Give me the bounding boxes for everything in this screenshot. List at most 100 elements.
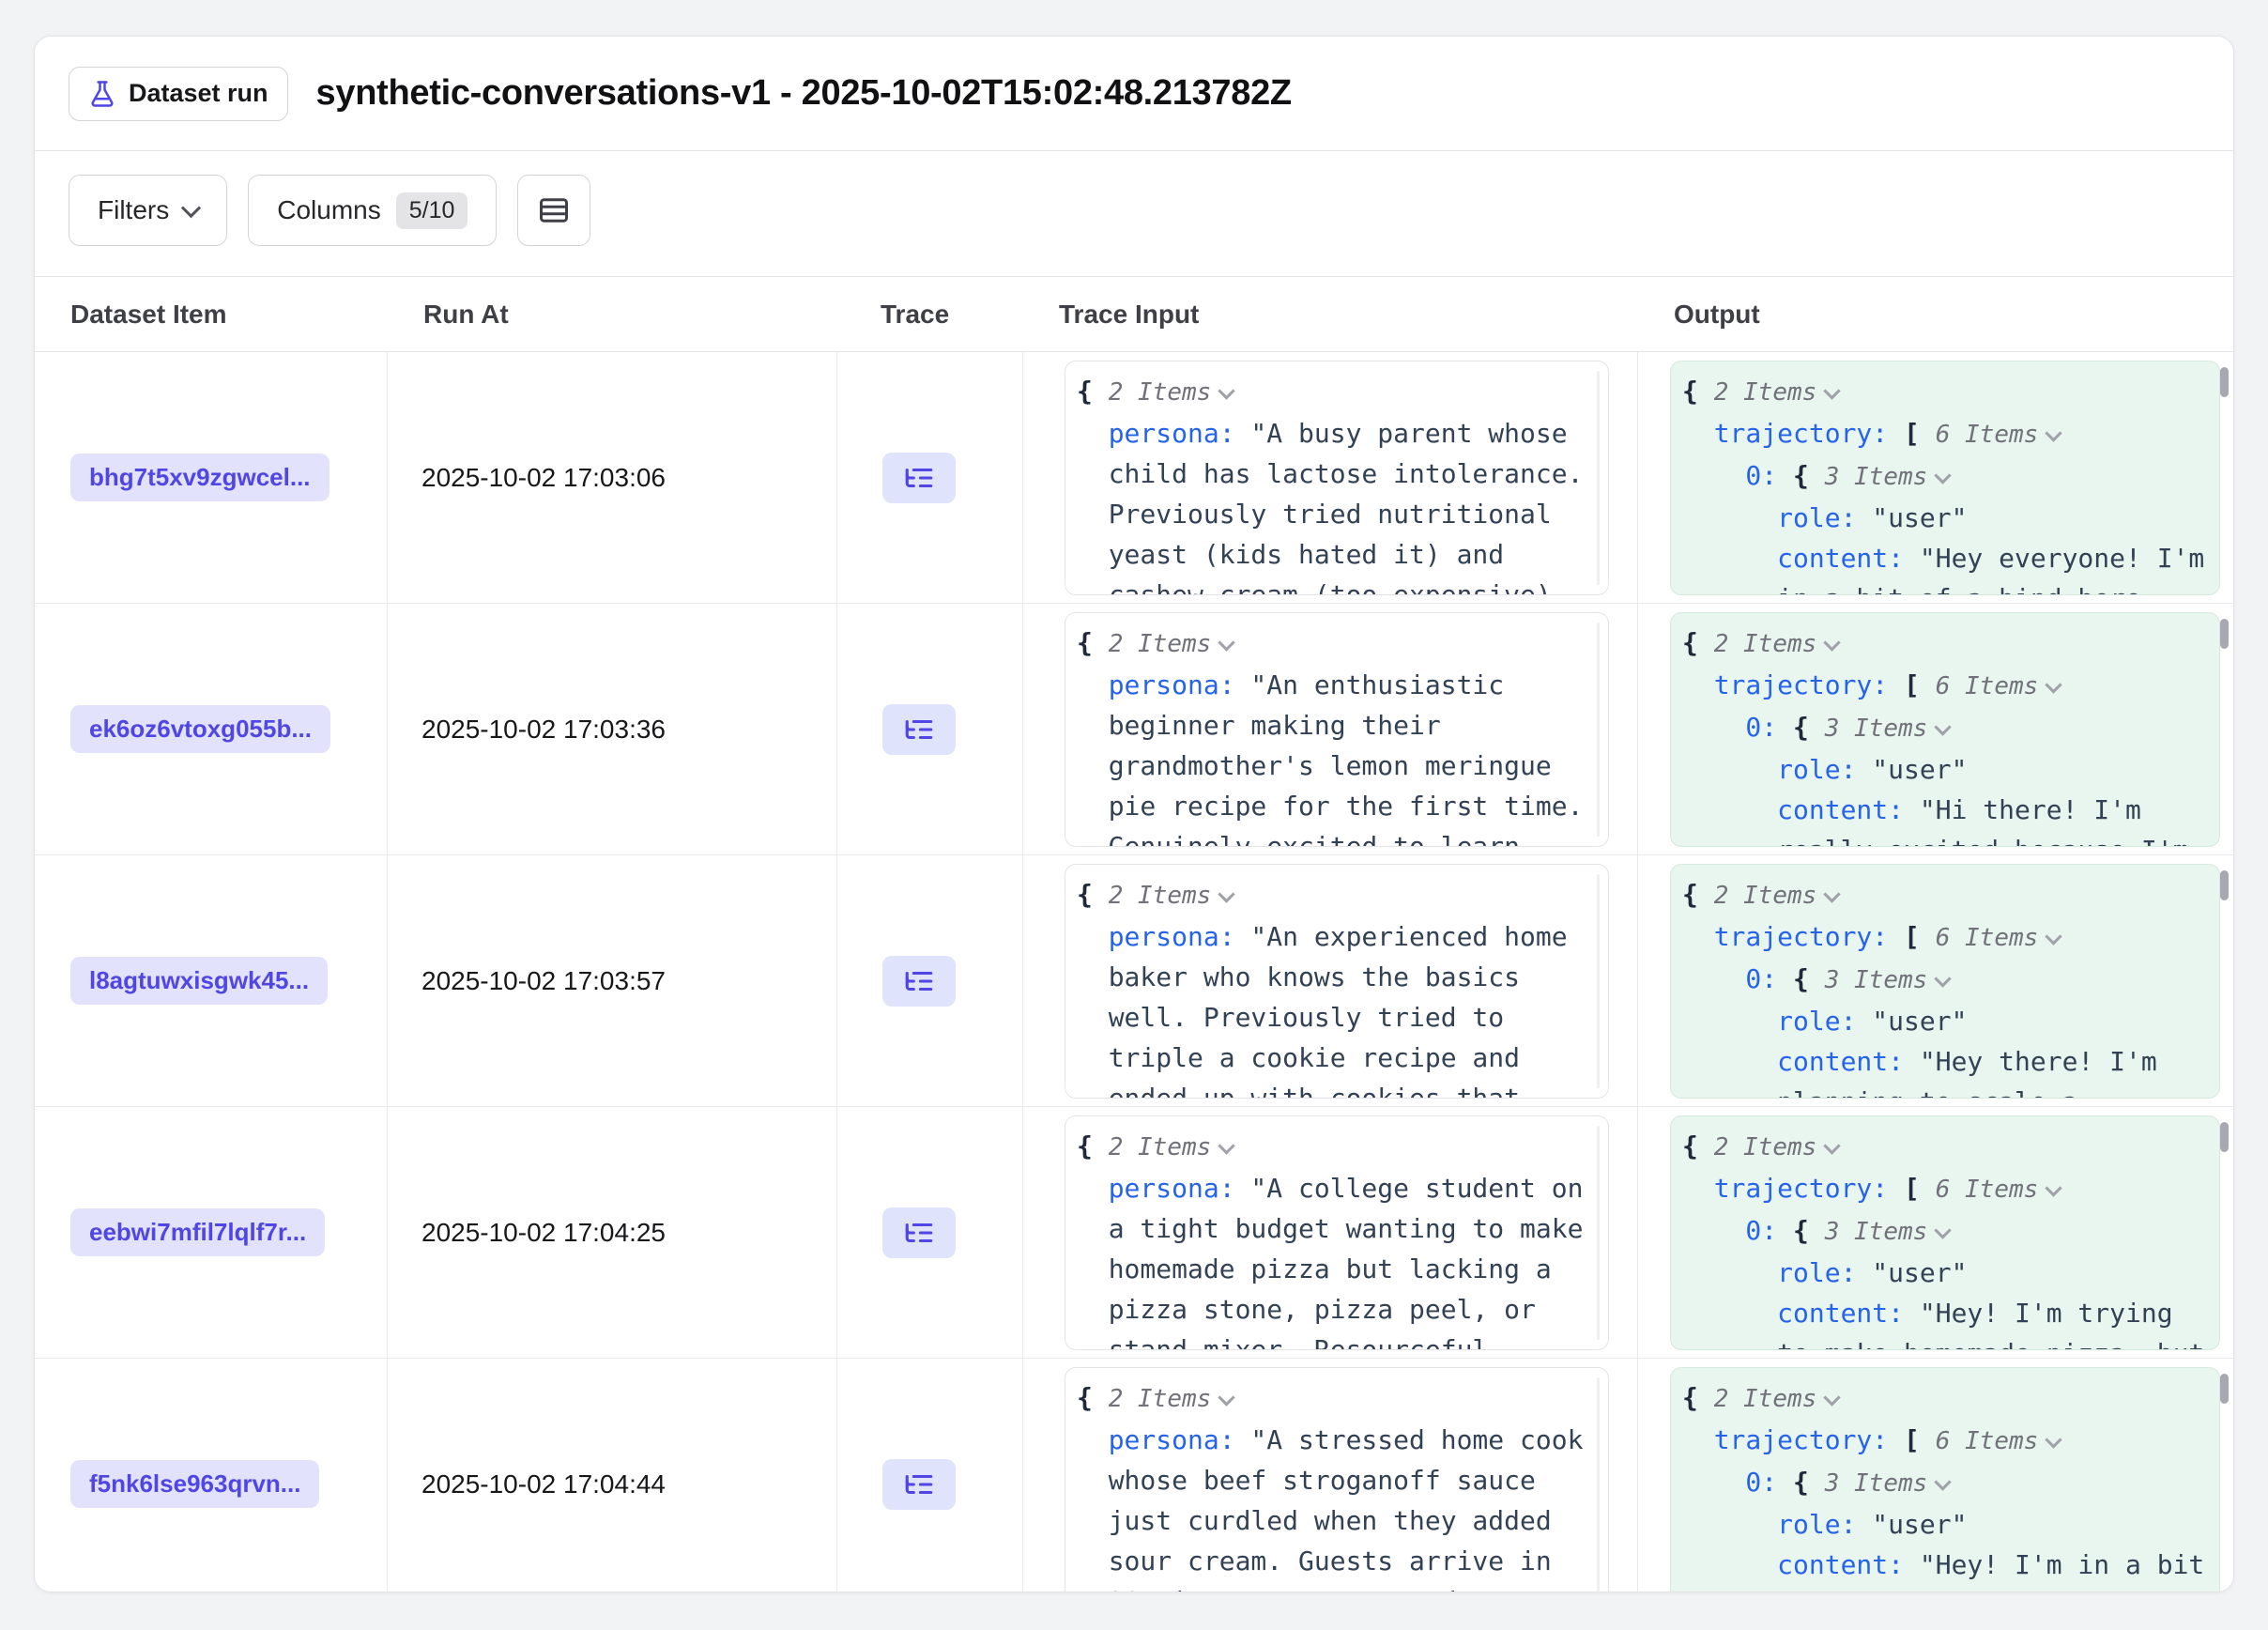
run-at-cell: 2025-10-02 17:03:36 xyxy=(388,604,837,854)
chevron-down-icon[interactable] xyxy=(2046,676,2062,693)
json-key: 0: xyxy=(1745,1215,1777,1246)
chevron-down-icon[interactable] xyxy=(1824,885,1841,902)
chevron-down-icon[interactable] xyxy=(1935,1222,1952,1238)
chevron-down-icon[interactable] xyxy=(2046,424,2062,441)
dataset-item-link[interactable]: bhg7t5xv9zgwcel... xyxy=(70,454,329,501)
items-count-toggle[interactable]: 2 Items xyxy=(1714,882,1817,910)
trace-cell xyxy=(837,604,1023,854)
items-count-toggle[interactable]: 3 Items xyxy=(1825,1469,1928,1498)
trace-button[interactable] xyxy=(882,1459,956,1510)
json-string: "user" xyxy=(1872,1509,1967,1540)
trace-input-json-viewer[interactable]: { 2 Items persona: "A busy parent whose … xyxy=(1065,361,1609,595)
trace-input-json-viewer[interactable]: { 2 Items persona: "A college student on… xyxy=(1065,1115,1609,1350)
scrollbar-thumb[interactable] xyxy=(2220,870,2229,900)
chevron-down-icon[interactable] xyxy=(1935,467,1952,484)
open-brace: { xyxy=(1793,963,1809,994)
items-count-toggle[interactable]: 6 Items xyxy=(1936,1176,2039,1204)
items-count-toggle[interactable]: 2 Items xyxy=(1714,1133,1817,1161)
card-header: Dataset run synthetic-conversations-v1 -… xyxy=(35,37,2233,151)
trace-button[interactable] xyxy=(882,956,956,1007)
json-key: role: xyxy=(1777,1006,1856,1037)
output-json-viewer[interactable]: { 2 Items trajectory: [ 6 Items 0: { 3 I… xyxy=(1670,361,2220,595)
json-line: role: "user" xyxy=(1682,498,2208,538)
items-count-toggle[interactable]: 2 Items xyxy=(1109,378,1212,407)
trace-input-json-viewer[interactable]: { 2 Items persona: "An experienced home … xyxy=(1065,864,1609,1099)
trace-input-cell: { 2 Items persona: "An enthusiastic begi… xyxy=(1023,604,1638,854)
json-string: "user" xyxy=(1872,502,1967,533)
items-count-toggle[interactable]: 2 Items xyxy=(1714,378,1817,407)
items-count-toggle[interactable]: 2 Items xyxy=(1714,630,1817,658)
items-count-toggle[interactable]: 2 Items xyxy=(1109,1133,1212,1161)
json-string: "user" xyxy=(1872,1257,1967,1288)
json-line: persona: "A busy parent whose child has … xyxy=(1077,413,1597,595)
dataset-item-link[interactable]: l8agtuwxisgwk45... xyxy=(70,957,328,1005)
trace-cell xyxy=(837,352,1023,603)
trace-input-cell: { 2 Items persona: "A busy parent whose … xyxy=(1023,352,1638,603)
columns-button[interactable]: Columns 5/10 xyxy=(248,175,497,246)
run-at-value: 2025-10-02 17:04:44 xyxy=(421,1469,666,1499)
chevron-down-icon[interactable] xyxy=(1824,634,1841,651)
trace-button[interactable] xyxy=(882,1207,956,1258)
dataset-item-link[interactable]: ek6oz6vtoxg055b... xyxy=(70,705,330,753)
json-line: content: "Hey everyone! I'm in a bit of … xyxy=(1682,538,2208,595)
json-line: { 2 Items xyxy=(1682,1126,2208,1168)
table-rows-icon xyxy=(537,193,571,227)
items-count-toggle[interactable]: 3 Items xyxy=(1825,1218,1928,1246)
chevron-down-icon[interactable] xyxy=(1218,885,1235,902)
items-count-toggle[interactable]: 2 Items xyxy=(1109,630,1212,658)
items-count-toggle[interactable]: 6 Items xyxy=(1936,1427,2039,1455)
list-tree-icon xyxy=(903,714,935,746)
chevron-down-icon[interactable] xyxy=(1218,1389,1235,1406)
chevron-down-icon[interactable] xyxy=(1218,1137,1235,1154)
chevron-down-icon[interactable] xyxy=(1824,382,1841,399)
chevron-down-icon[interactable] xyxy=(2046,1179,2062,1196)
chevron-down-icon[interactable] xyxy=(1218,634,1235,651)
items-count-toggle[interactable]: 2 Items xyxy=(1714,1385,1817,1413)
table-row: f5nk6lse963qrvn... 2025-10-02 17:04:44 {… xyxy=(35,1359,2233,1592)
chevron-down-icon[interactable] xyxy=(1935,1473,1952,1490)
items-count-toggle[interactable]: 3 Items xyxy=(1825,966,1928,994)
items-count-toggle[interactable]: 3 Items xyxy=(1825,715,1928,743)
scrollbar-thumb[interactable] xyxy=(2220,619,2229,649)
chevron-down-icon[interactable] xyxy=(1218,382,1235,399)
dataset-item-link[interactable]: f5nk6lse963qrvn... xyxy=(70,1460,319,1508)
output-json-viewer[interactable]: { 2 Items trajectory: [ 6 Items 0: { 3 I… xyxy=(1670,1115,2220,1350)
output-json-viewer[interactable]: { 2 Items trajectory: [ 6 Items 0: { 3 I… xyxy=(1670,864,2220,1099)
items-count-toggle[interactable]: 3 Items xyxy=(1825,463,1928,491)
json-key: content: xyxy=(1777,1298,1904,1329)
json-line: 0: { 3 Items xyxy=(1682,1210,2208,1253)
row-height-button[interactable] xyxy=(517,175,590,246)
output-cell: { 2 Items trajectory: [ 6 Items 0: { 3 I… xyxy=(1638,1107,2233,1358)
dataset-item-cell: eebwi7mfil7lqlf7r... xyxy=(35,1107,388,1358)
output-cell: { 2 Items trajectory: [ 6 Items 0: { 3 I… xyxy=(1638,604,2233,854)
trace-button[interactable] xyxy=(882,704,956,755)
json-key: role: xyxy=(1777,1257,1856,1288)
items-count-toggle[interactable]: 6 Items xyxy=(1936,924,2039,952)
output-json-viewer[interactable]: { 2 Items trajectory: [ 6 Items 0: { 3 I… xyxy=(1670,612,2220,847)
trace-input-json-viewer[interactable]: { 2 Items persona: "An enthusiastic begi… xyxy=(1065,612,1609,847)
scrollbar-thumb[interactable] xyxy=(2220,367,2229,397)
items-count-toggle[interactable]: 6 Items xyxy=(1936,672,2039,700)
items-count-toggle[interactable]: 2 Items xyxy=(1109,882,1212,910)
chevron-down-icon[interactable] xyxy=(1935,970,1952,987)
chevron-down-icon[interactable] xyxy=(2046,928,2062,945)
json-line: 0: { 3 Items xyxy=(1682,1462,2208,1504)
items-count-toggle[interactable]: 2 Items xyxy=(1109,1385,1212,1413)
output-json-viewer[interactable]: { 2 Items trajectory: [ 6 Items 0: { 3 I… xyxy=(1670,1367,2220,1592)
trace-input-json-viewer[interactable]: { 2 Items persona: "A stressed home cook… xyxy=(1065,1367,1609,1592)
chevron-down-icon[interactable] xyxy=(2046,1431,2062,1448)
dataset-item-cell: bhg7t5xv9zgwcel... xyxy=(35,352,388,603)
json-line: trajectory: [ 6 Items xyxy=(1682,1168,2208,1210)
open-brace: { xyxy=(1793,460,1809,491)
dataset-item-link[interactable]: eebwi7mfil7lqlf7r... xyxy=(70,1208,325,1256)
json-line: trajectory: [ 6 Items xyxy=(1682,413,2208,455)
chevron-down-icon[interactable] xyxy=(1824,1137,1841,1154)
trace-button[interactable] xyxy=(882,453,956,503)
scrollbar-thumb[interactable] xyxy=(2220,1374,2229,1404)
chevron-down-icon[interactable] xyxy=(1824,1389,1841,1406)
filters-button[interactable]: Filters xyxy=(69,175,227,246)
dataset-item-cell: ek6oz6vtoxg055b... xyxy=(35,604,388,854)
chevron-down-icon[interactable] xyxy=(1935,718,1952,735)
items-count-toggle[interactable]: 6 Items xyxy=(1936,421,2039,449)
scrollbar-thumb[interactable] xyxy=(2220,1122,2229,1152)
